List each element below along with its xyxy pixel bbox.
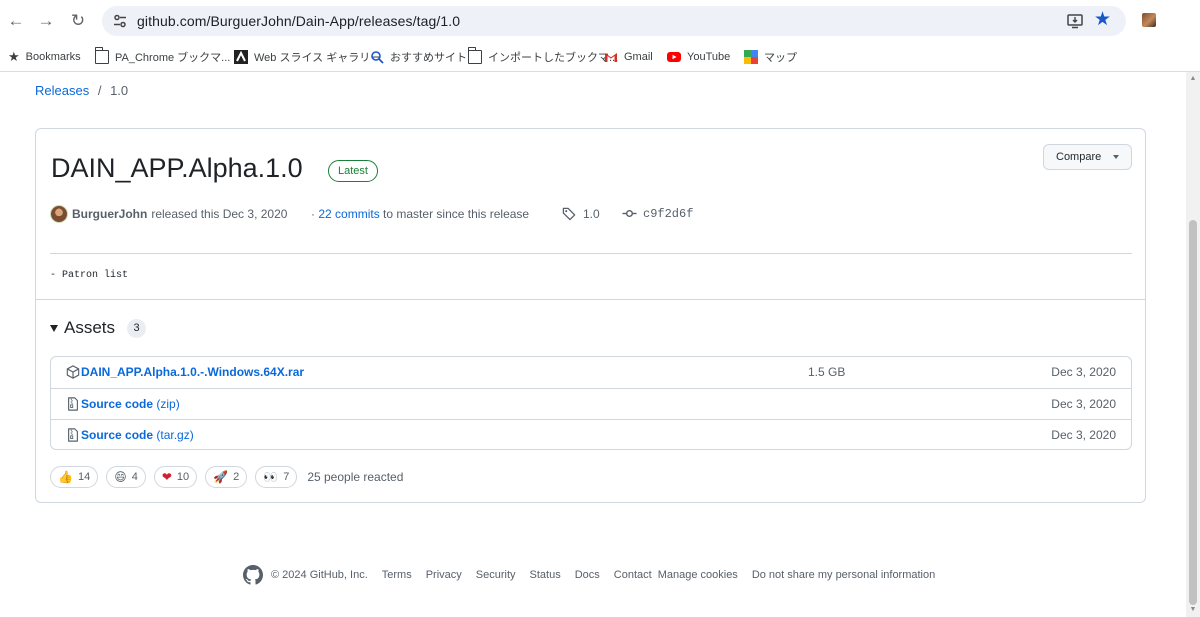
reaction-eyes[interactable]: 👀 7 [255, 466, 298, 488]
assets-count: 3 [127, 318, 147, 338]
release-notes: - Patron list [50, 270, 129, 281]
avatar[interactable] [50, 205, 68, 223]
bookmarks-bar: ★ Bookmarks PA_Chrome ブックマ... Web スライス ギ… [0, 42, 1200, 72]
footer-link-contact[interactable]: Contact [614, 569, 652, 581]
folder-icon [94, 47, 109, 64]
assets-list: DAIN_APP.Alpha.1.0.-.Windows.64X.rar 1.5… [50, 356, 1132, 450]
assets-title: Assets [64, 318, 116, 337]
scroll-thumb[interactable] [1189, 220, 1197, 605]
search-icon [371, 51, 384, 64]
commits-info: · 22 commits to master since this releas… [311, 207, 530, 221]
released-text: released this Dec 3, 2020 [151, 207, 288, 221]
author-link[interactable]: BurguerJohn [72, 207, 147, 221]
footer-link-status[interactable]: Status [530, 569, 561, 581]
site-settings-icon[interactable] [112, 13, 128, 29]
reactions-bar: 👍 14 😄 4 ❤ 10 🚀 2 👀 7 25 people reacted [50, 466, 403, 488]
footer-link-docs[interactable]: Docs [575, 569, 600, 581]
reaction-rocket[interactable]: 🚀 2 [205, 466, 248, 488]
footer-link-security[interactable]: Security [476, 569, 516, 581]
web-slice-icon [234, 50, 248, 64]
scroll-down-icon[interactable]: ▼ [1189, 606, 1197, 614]
commit-icon [622, 209, 637, 218]
tag-icon [562, 207, 576, 221]
commit-sha: c9f2d6f [643, 206, 694, 221]
url-text[interactable]: github.com/BurguerJohn/Dain-App/releases… [137, 13, 460, 29]
browser-toolbar: ← → ↻ github.com/BurguerJohn/Dain-App/re… [0, 0, 1200, 42]
breadcrumb: Releases / 1.0 [35, 83, 128, 98]
maps-icon [744, 50, 758, 64]
breadcrumb-separator: / [97, 83, 102, 98]
asset-size: 1.5 GB [808, 365, 846, 379]
reaction-heart[interactable]: ❤ 10 [153, 466, 198, 488]
bookmark-star-icon[interactable]: ★ [1094, 10, 1114, 30]
bookmark-item[interactable]: インポートしたブックマ... [467, 47, 618, 66]
footer-copyright: © 2024 GitHub, Inc. [271, 569, 368, 581]
release-meta: BurguerJohn released this Dec 3, 2020 [50, 205, 287, 223]
asset-date: Dec 3, 2020 [1051, 397, 1116, 411]
commit-reference[interactable]: c9f2d6f [622, 206, 693, 221]
rocket-icon: 🚀 [213, 470, 229, 484]
package-icon [66, 365, 80, 379]
reactions-summary: 25 people reacted [307, 470, 404, 484]
breadcrumb-current: 1.0 [110, 83, 129, 98]
compare-button[interactable]: Compare [1043, 144, 1132, 170]
bookmark-item[interactable]: おすすめサイト [370, 48, 467, 66]
footer-link-do-not-share[interactable]: Do not share my personal information [752, 569, 935, 581]
asset-link[interactable]: Source code (zip) [81, 397, 180, 411]
bookmark-item[interactable]: PA_Chrome ブックマ... [94, 47, 230, 66]
release-title[interactable]: DAIN_APP.Alpha.1.0 [51, 153, 303, 184]
caret-down-icon [50, 324, 58, 332]
gmail-icon [605, 53, 617, 62]
latest-badge: Latest [328, 160, 378, 182]
divider [50, 253, 1132, 254]
install-app-icon[interactable] [1066, 12, 1084, 30]
forward-arrow-icon[interactable]: → [34, 9, 58, 33]
thumbs-up-icon: 👍 [58, 470, 73, 484]
bookmark-item[interactable]: Web スライス ギャラリー [234, 48, 381, 66]
asset-link[interactable]: DAIN_APP.Alpha.1.0.-.Windows.64X.rar [81, 365, 304, 379]
profile-avatar[interactable] [1142, 13, 1156, 27]
bookmark-item[interactable]: Gmail [604, 48, 653, 66]
back-arrow-icon[interactable]: ← [4, 9, 28, 33]
footer-link-terms[interactable]: Terms [382, 569, 412, 581]
footer-link-manage-cookies[interactable]: Manage cookies [658, 569, 738, 581]
file-zip-icon [68, 397, 78, 411]
folder-icon [467, 47, 482, 64]
page-footer: © 2024 GitHub, Inc. Terms Privacy Securi… [243, 565, 935, 585]
release-card: DAIN_APP.Alpha.1.0 Latest Compare Burgue… [35, 128, 1146, 503]
scroll-up-icon[interactable]: ▲ [1189, 75, 1197, 83]
bookmark-item[interactable]: ★ Bookmarks [8, 48, 81, 66]
asset-date: Dec 3, 2020 [1051, 365, 1116, 379]
divider [36, 299, 1145, 300]
laugh-icon: 😄 [114, 470, 127, 484]
asset-row: Source code (zip) Dec 3, 2020 [51, 388, 1131, 419]
address-bar[interactable]: github.com/BurguerJohn/Dain-App/releases… [102, 6, 1126, 36]
asset-row: DAIN_APP.Alpha.1.0.-.Windows.64X.rar 1.5… [51, 357, 1131, 388]
bookmark-item[interactable]: YouTube [667, 48, 730, 66]
breadcrumb-releases-link[interactable]: Releases [35, 83, 89, 98]
star-icon: ★ [8, 49, 20, 64]
eyes-icon: 👀 [263, 470, 279, 484]
reaction-laugh[interactable]: 😄 4 [106, 466, 146, 488]
asset-row: Source code (tar.gz) Dec 3, 2020 [51, 419, 1131, 450]
asset-link[interactable]: Source code (tar.gz) [81, 428, 194, 442]
bookmark-item[interactable]: マップ [744, 48, 797, 66]
youtube-icon [667, 52, 681, 62]
heart-icon: ❤ [161, 470, 172, 484]
tag-reference[interactable]: 1.0 [562, 206, 600, 221]
asset-date: Dec 3, 2020 [1051, 428, 1116, 442]
chevron-down-icon [1113, 155, 1119, 159]
github-logo-icon[interactable] [243, 565, 263, 585]
reaction-thumbs-up[interactable]: 👍 14 [50, 466, 99, 488]
assets-toggle[interactable]: Assets 3 [50, 318, 147, 338]
commits-link[interactable]: 22 commits [318, 207, 379, 221]
reload-icon[interactable]: ↻ [66, 9, 90, 33]
footer-link-privacy[interactable]: Privacy [426, 569, 462, 581]
file-zip-icon [68, 428, 78, 442]
page-scrollbar[interactable]: ▲ ▼ [1186, 72, 1200, 617]
